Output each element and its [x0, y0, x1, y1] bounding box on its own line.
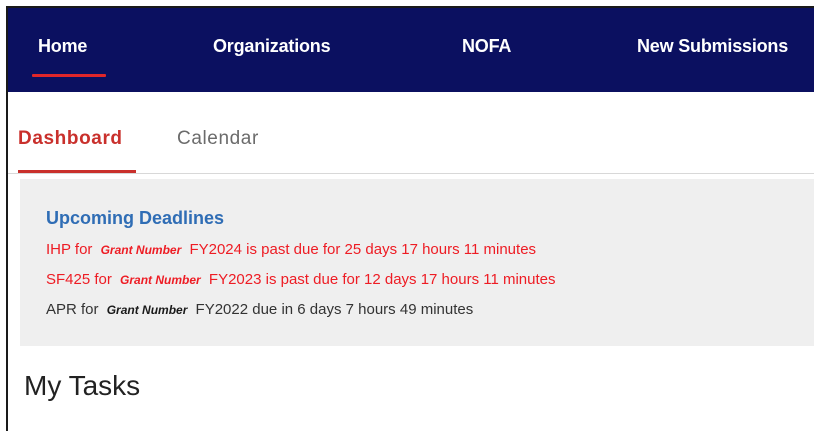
- deadline-item: SF425 for Grant Number FY2023 is past du…: [46, 271, 556, 288]
- tab-calendar[interactable]: Calendar: [177, 128, 259, 150]
- deadline-status-text: FY2022 due in 6 days 7 hours 49 minutes: [195, 301, 474, 318]
- deadline-prefix: IHP for: [46, 241, 93, 258]
- nav-item-home[interactable]: Home: [38, 36, 87, 57]
- deadline-item: APR for Grant Number FY2022 due in 6 day…: [46, 301, 473, 318]
- nav-item-new-submissions[interactable]: New Submissions: [637, 36, 788, 57]
- grant-number-label: Grant Number: [106, 303, 188, 317]
- grant-number-label: Grant Number: [100, 243, 182, 257]
- tabs-divider: [8, 173, 814, 174]
- upcoming-deadlines-panel: Upcoming Deadlines IHP for Grant Number …: [20, 179, 814, 346]
- top-navigation-bar: Home Organizations NOFA New Submissions: [8, 8, 814, 92]
- nav-active-underline: [32, 74, 106, 77]
- my-tasks-heading: My Tasks: [24, 370, 141, 401]
- deadline-status-text: FY2024 is past due for 25 days 17 hours …: [189, 241, 537, 258]
- grant-number-label: Grant Number: [120, 273, 201, 287]
- deadline-prefix: SF425 for: [46, 271, 112, 288]
- tab-dashboard[interactable]: Dashboard: [18, 128, 123, 150]
- upcoming-deadlines-title: Upcoming Deadlines: [46, 208, 225, 228]
- app-frame: Home Organizations NOFA New Submissions …: [6, 6, 814, 431]
- deadline-status-text: FY2023 is past due for 12 days 17 hours …: [208, 271, 556, 288]
- nav-item-nofa[interactable]: NOFA: [462, 36, 511, 57]
- nav-item-organizations[interactable]: Organizations: [213, 36, 331, 57]
- dashboard-tabs: Dashboard Calendar: [8, 92, 814, 174]
- deadline-item: IHP for Grant Number FY2024 is past due …: [46, 241, 536, 258]
- deadline-prefix: APR for: [46, 301, 99, 318]
